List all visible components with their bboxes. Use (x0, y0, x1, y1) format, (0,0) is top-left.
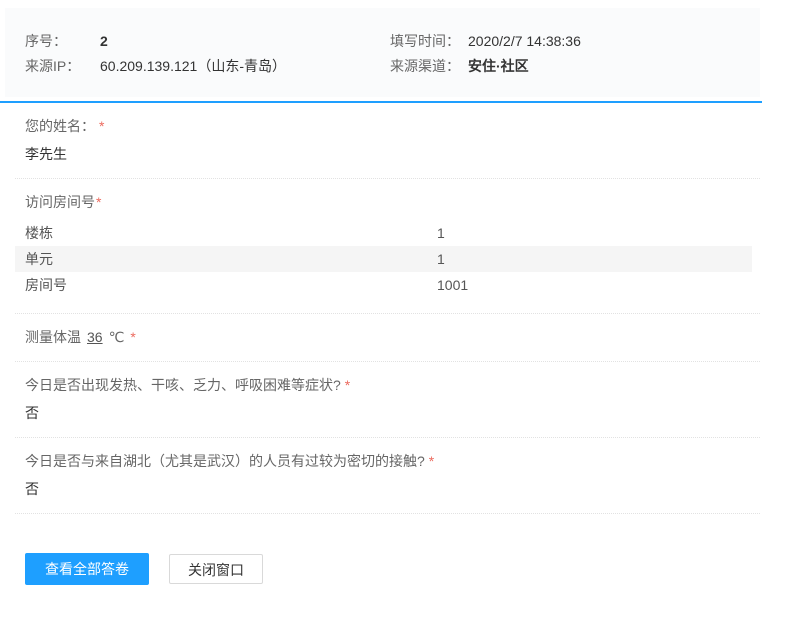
room-row-label: 单元 (25, 251, 437, 267)
name-question-label: 您的姓名：* (25, 118, 760, 135)
dotted-divider (15, 513, 760, 514)
meta-row-ip: 来源IP： 60.209.139.121（山东-青岛） (25, 54, 390, 79)
serial-value: 2 (100, 29, 108, 54)
source-ip-value: 60.209.139.121（山东-青岛） (100, 54, 286, 79)
contact-question-text: 今日是否与来自湖北（尤其是武汉）的人员有过较为密切的接触? (25, 453, 425, 469)
source-channel-value: 安住·社区 (468, 54, 529, 79)
contact-question-label: 今日是否与来自湖北（尤其是武汉）的人员有过较为密切的接触?* (25, 453, 760, 470)
table-row: 房间号 1001 (15, 272, 752, 298)
temperature-question-text: 测量体温 (25, 329, 81, 345)
name-answer: 李先生 (25, 146, 760, 163)
action-bar: 查看全部答卷 关闭窗口 (25, 553, 762, 585)
meta-row-channel: 来源渠道： 安住·社区 (390, 54, 760, 79)
contact-answer: 否 (25, 481, 760, 498)
section-temperature: 测量体温 36 ℃ * (15, 313, 760, 361)
room-row-value: 1 (437, 251, 752, 267)
temperature-unit: ℃ (109, 329, 125, 345)
source-ip-label: 来源IP： (25, 54, 100, 79)
response-detail-page: 序号： 2 来源IP： 60.209.139.121（山东-青岛） 填写时间： … (0, 8, 762, 585)
required-asterisk: * (345, 377, 350, 393)
symptom-question-text: 今日是否出现发热、干咳、乏力、呼吸困难等症状? (25, 377, 341, 393)
table-row: 楼栋 1 (15, 220, 752, 246)
meta-column-right: 填写时间： 2020/2/7 14:38:36 来源渠道： 安住·社区 (390, 29, 760, 79)
room-question-label: 访问房间号* (25, 194, 760, 211)
room-row-value: 1 (437, 225, 752, 241)
required-asterisk: * (429, 453, 434, 469)
required-asterisk: * (99, 118, 104, 134)
section-symptoms: 今日是否出现发热、干咳、乏力、呼吸困难等症状?* 否 (15, 361, 760, 437)
table-row: 单元 1 (15, 246, 752, 272)
room-question-text: 访问房间号 (25, 194, 95, 210)
name-question-text: 您的姓名： (25, 118, 95, 134)
required-asterisk: * (96, 194, 101, 210)
view-all-answers-button[interactable]: 查看全部答卷 (25, 553, 149, 585)
room-row-label: 房间号 (25, 277, 437, 293)
section-room: 访问房间号* 楼栋 1 单元 1 房间号 1001 (15, 178, 760, 313)
room-row-label: 楼栋 (25, 225, 437, 241)
source-channel-label: 来源渠道： (390, 54, 468, 79)
temperature-line: 测量体温 36 ℃ * (25, 329, 760, 346)
serial-label: 序号： (25, 29, 100, 54)
response-meta-panel: 序号： 2 来源IP： 60.209.139.121（山东-青岛） 填写时间： … (5, 8, 760, 97)
meta-column-left: 序号： 2 来源IP： 60.209.139.121（山东-青岛） (25, 29, 390, 79)
room-row-value: 1001 (437, 277, 752, 293)
section-name: 您的姓名：* 李先生 (15, 103, 760, 178)
symptom-answer: 否 (25, 405, 760, 422)
required-asterisk: * (130, 329, 135, 345)
temperature-value: 36 (87, 329, 103, 345)
symptom-question-label: 今日是否出现发热、干咳、乏力、呼吸困难等症状?* (25, 377, 760, 394)
close-window-button[interactable]: 关闭窗口 (169, 554, 263, 584)
answers-area: 您的姓名：* 李先生 访问房间号* 楼栋 1 单元 1 房间号 1001 (0, 103, 762, 514)
section-contact: 今日是否与来自湖北（尤其是武汉）的人员有过较为密切的接触?* 否 (15, 437, 760, 513)
fill-time-value: 2020/2/7 14:38:36 (468, 29, 581, 54)
fill-time-label: 填写时间： (390, 29, 468, 54)
meta-row-time: 填写时间： 2020/2/7 14:38:36 (390, 29, 760, 54)
meta-row-serial: 序号： 2 (25, 29, 390, 54)
room-table: 楼栋 1 单元 1 房间号 1001 (15, 220, 752, 298)
